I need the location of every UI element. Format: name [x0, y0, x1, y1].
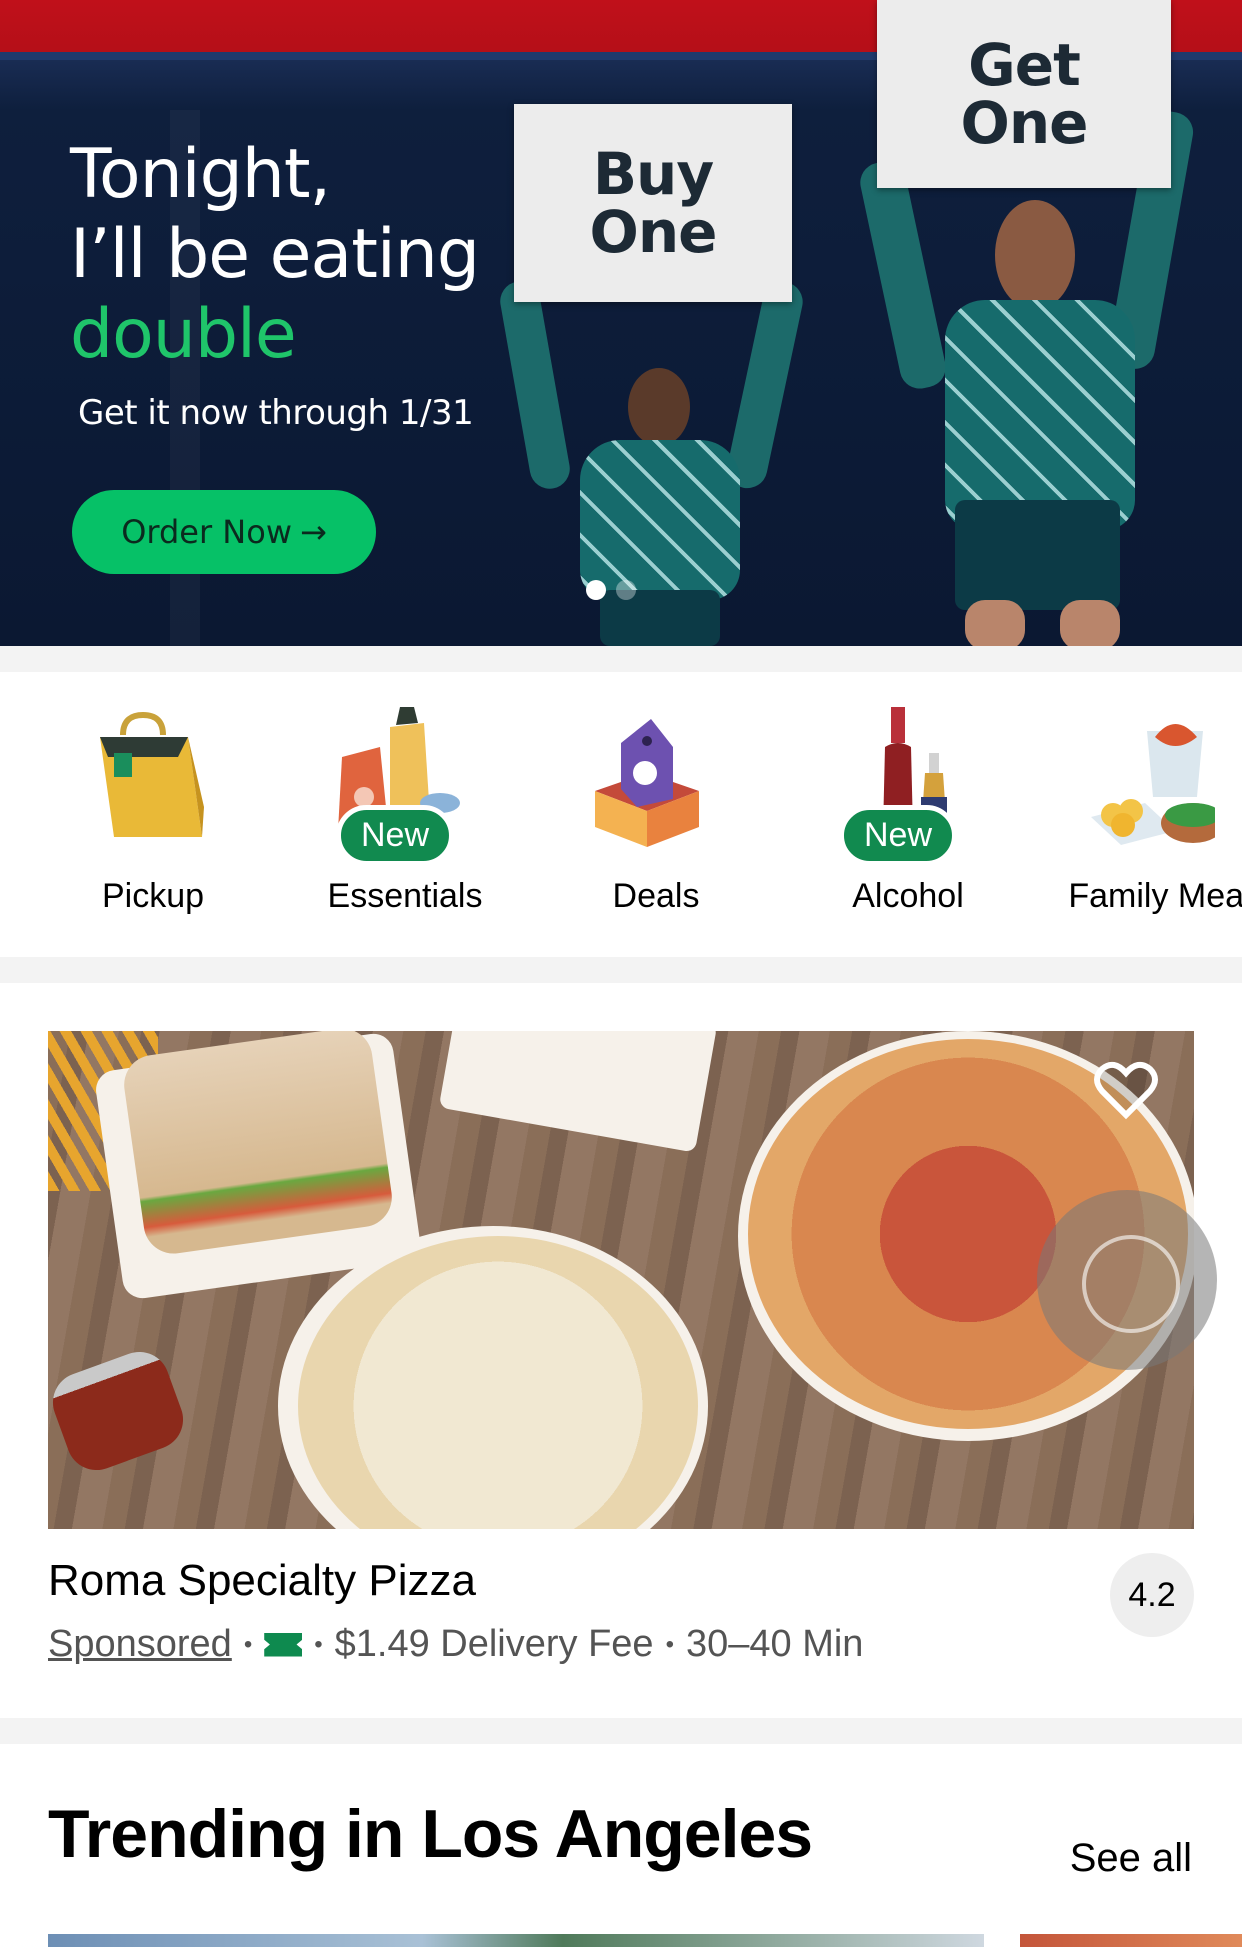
shopping-bag-icon	[100, 711, 204, 837]
category-label: Deals	[612, 877, 700, 915]
category-alcohol[interactable]: New Alcohol	[798, 672, 998, 957]
category-label: Alcohol	[852, 877, 964, 915]
trending-card-image[interactable]	[1020, 1934, 1242, 1947]
separator-dot: •	[314, 1630, 323, 1658]
carousel-dot[interactable]	[586, 580, 606, 600]
order-now-button[interactable]: Order Now →	[72, 490, 376, 574]
arrow-right-icon: →	[299, 513, 327, 551]
order-now-label: Order Now	[121, 513, 292, 551]
section-divider	[0, 646, 1242, 672]
separator-dot: •	[243, 1630, 253, 1658]
promo-banner[interactable]: Tonight, I’ll be eating double Get it no…	[0, 0, 1242, 646]
deals-tag-icon	[595, 719, 699, 847]
restaurant-card[interactable]	[0, 983, 1242, 1718]
chili-flakes-jar-image	[48, 1343, 192, 1479]
new-badge: New	[335, 805, 455, 866]
sign-get-one-line-1: Get	[968, 31, 1081, 99]
category-label: Pickup	[101, 877, 205, 915]
touch-indicator	[1037, 1190, 1217, 1370]
sign-buy-one-line-2: One	[589, 198, 718, 266]
sign-buy-one: Buy One	[514, 104, 792, 302]
section-title: Trending in Los Angeles	[48, 1796, 813, 1872]
ticket-icon	[264, 1632, 303, 1657]
new-badge: New	[838, 805, 958, 866]
sponsored-link[interactable]: Sponsored	[48, 1623, 232, 1666]
promo-subtitle: Get it now through 1/31	[78, 393, 474, 433]
trending-card-image[interactable]	[48, 1934, 984, 1947]
carousel-dot[interactable]	[616, 580, 636, 600]
restaurant-meta: Sponsored • • $1.49 Delivery Fee • 30–40…	[48, 1623, 863, 1666]
restaurant-name[interactable]: Roma Specialty Pizza	[48, 1556, 476, 1606]
delivery-fee: $1.49 Delivery Fee	[334, 1623, 654, 1665]
separator-dot: •	[665, 1630, 674, 1658]
delivery-time: 30–40 Min	[685, 1623, 864, 1665]
sign-buy-one-line-1: Buy	[592, 140, 714, 208]
family-meal-icon	[1091, 724, 1215, 845]
heart-icon[interactable]	[1094, 1061, 1158, 1121]
category-family-meal[interactable]: Family Meal	[1050, 672, 1242, 957]
section-divider	[0, 957, 1242, 983]
section-divider	[0, 1718, 1242, 1744]
category-label: Essentials	[327, 877, 483, 915]
promo-headline-line-1: Tonight,	[70, 135, 331, 214]
restaurant-image[interactable]	[48, 1031, 1194, 1529]
category-deals[interactable]: Deals	[546, 672, 746, 957]
promo-headline: Tonight, I’ll be eating double	[70, 135, 480, 375]
category-label: Family Meal	[1068, 877, 1242, 915]
see-all-link[interactable]: See all	[1070, 1836, 1192, 1881]
carousel-indicator[interactable]	[586, 580, 636, 600]
sign-get-one-line-2: One	[960, 89, 1089, 157]
promo-headline-accent: double	[70, 295, 297, 374]
plate	[438, 1031, 718, 1153]
category-shortcuts: Pickup New Essentials Deals New Alcohol …	[0, 672, 1242, 957]
category-essentials[interactable]: New Essentials	[295, 672, 495, 957]
rating-badge: 4.2	[1110, 1553, 1194, 1637]
sign-get-one: Get One	[877, 0, 1171, 188]
promo-headline-line-2: I’ll be eating	[70, 215, 480, 294]
category-pickup[interactable]: Pickup	[43, 672, 243, 957]
sandwich-image	[120, 1031, 396, 1258]
